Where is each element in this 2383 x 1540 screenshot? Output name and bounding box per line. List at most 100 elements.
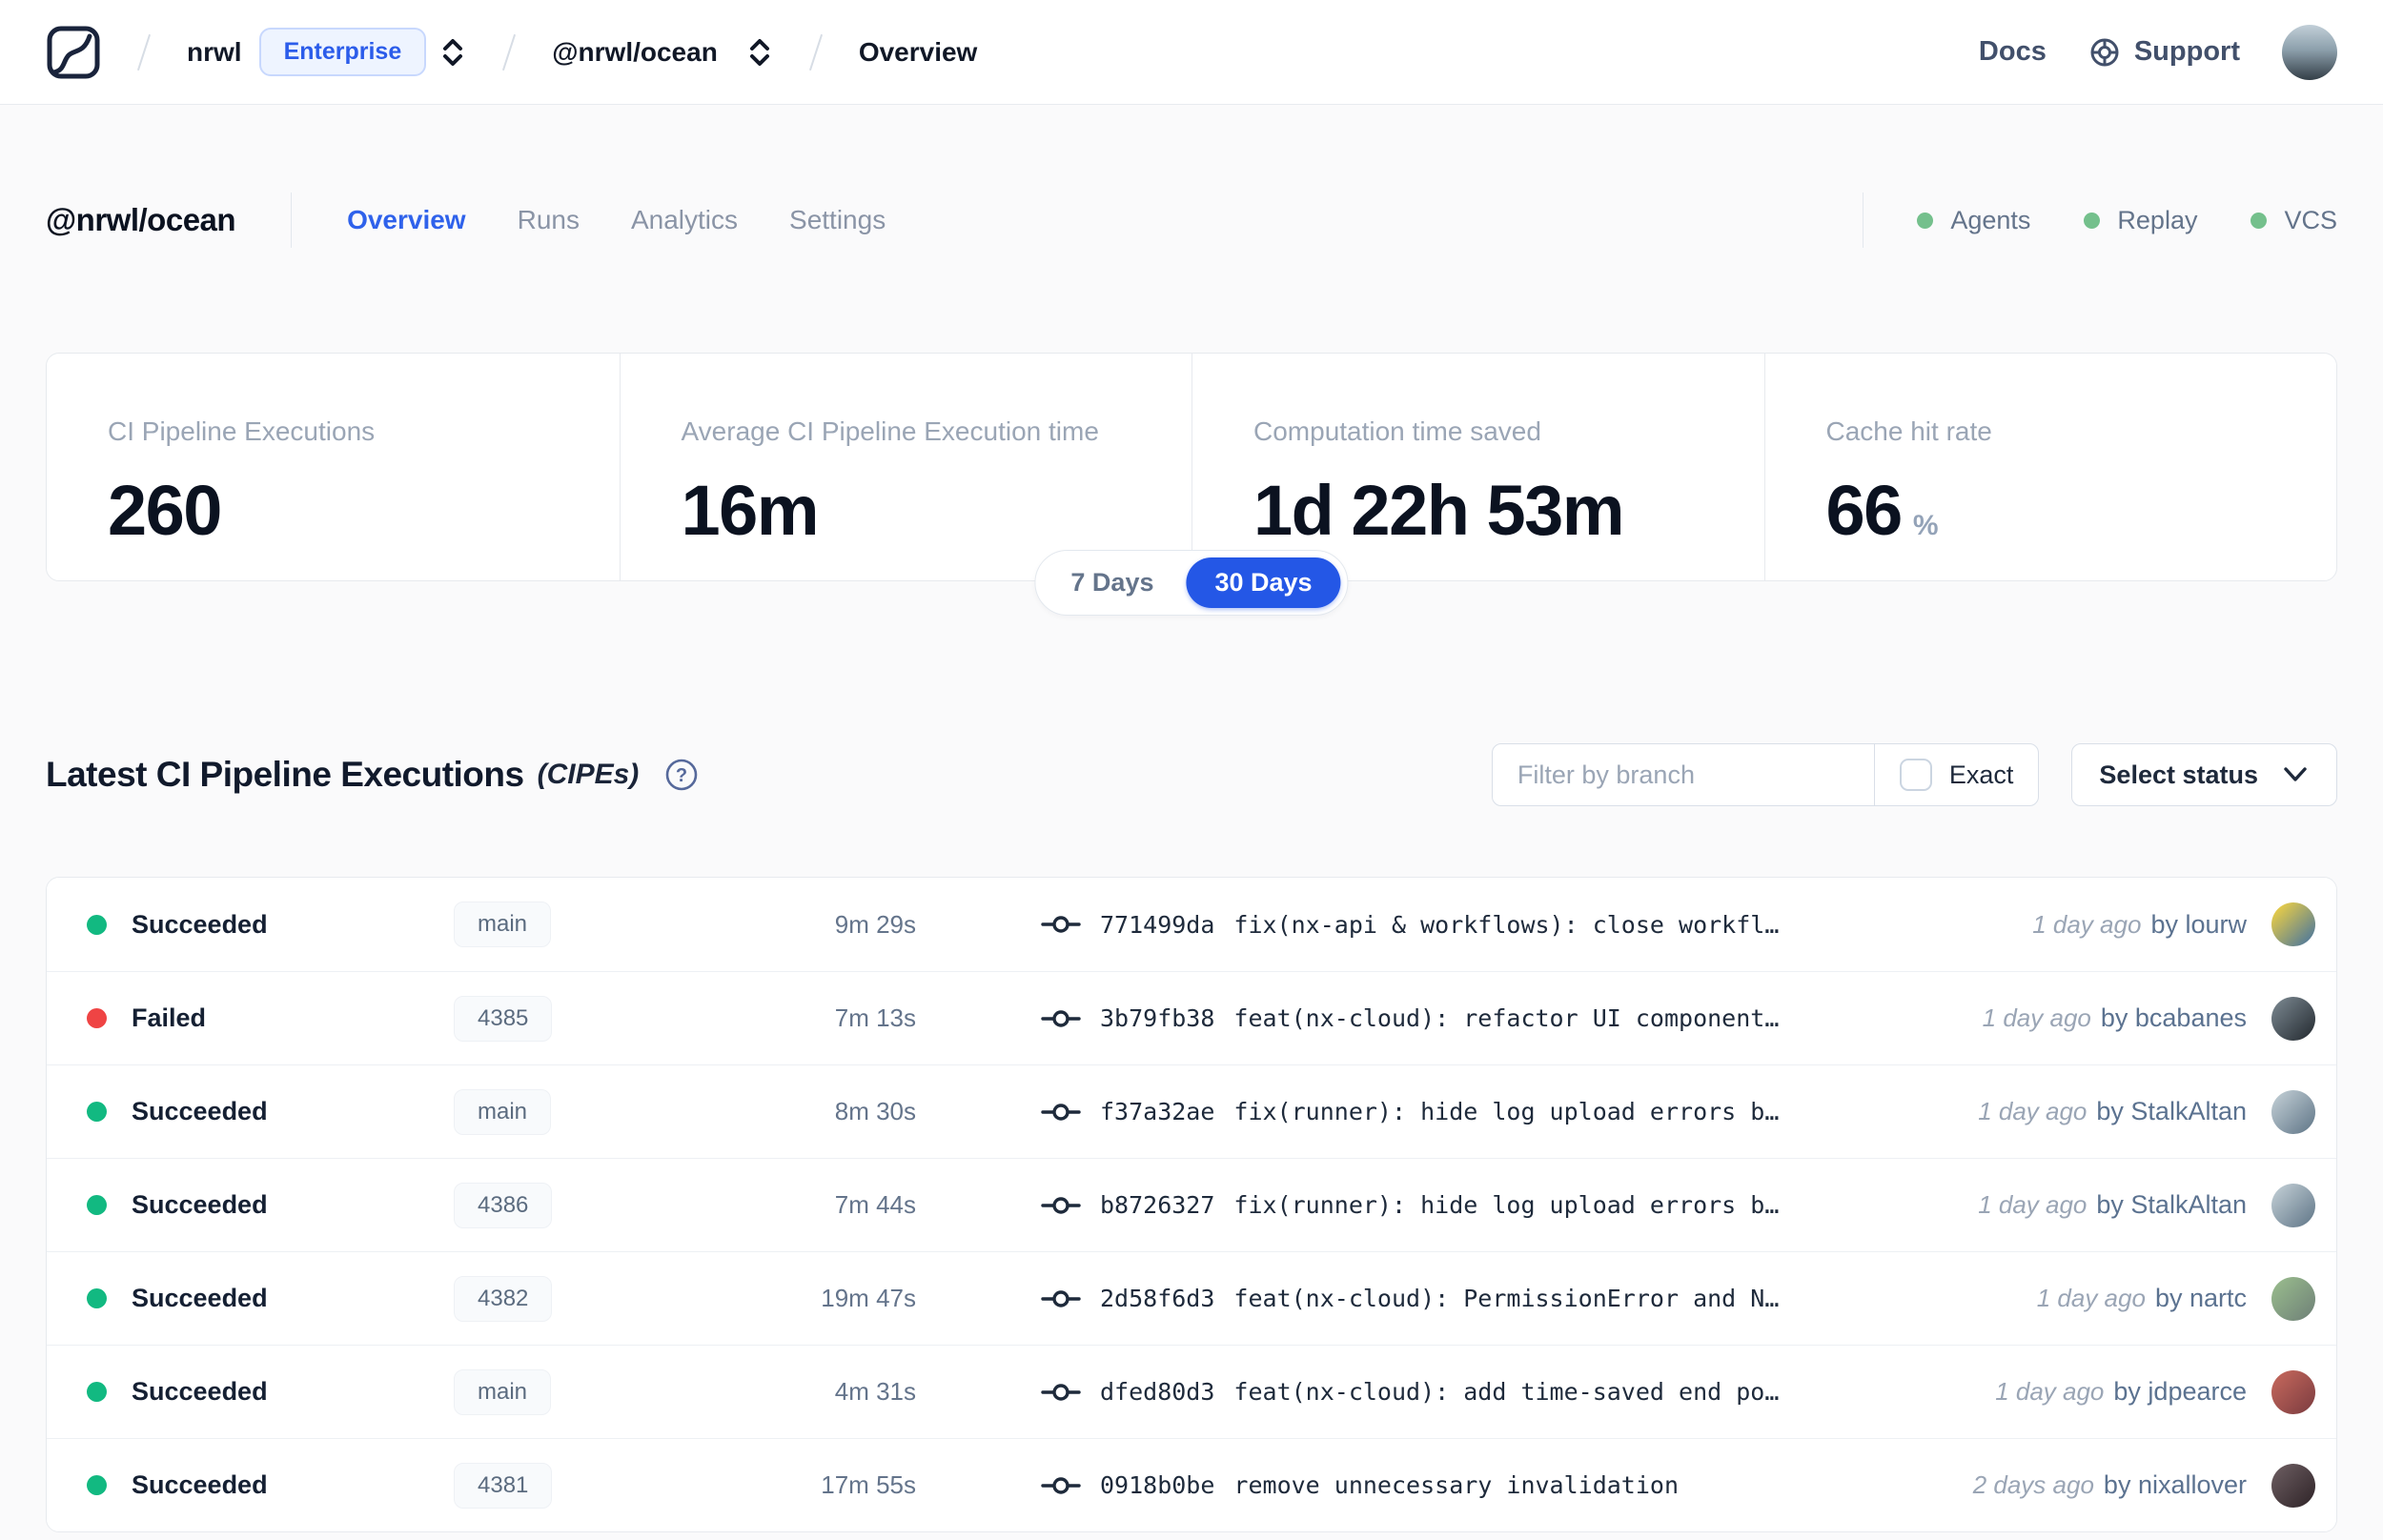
status-label: Succeeded — [132, 1284, 268, 1312]
commit-hash[interactable]: 2d58f6d3 — [1100, 1285, 1214, 1312]
breadcrumb-separator — [502, 33, 517, 71]
branch-badge[interactable]: 4386 — [454, 1182, 553, 1228]
breadcrumb-org[interactable]: nrwl — [187, 37, 242, 68]
status-label: Failed — [132, 1003, 207, 1032]
stat-label: Computation time saved — [1253, 416, 1541, 446]
service-status-agents[interactable]: Agents — [1917, 206, 2030, 235]
table-row[interactable]: Succeeded 4381 17m 55s 0918b0be remove u… — [47, 1438, 2336, 1531]
breadcrumb-separator — [808, 33, 823, 71]
author-avatar[interactable] — [2271, 1089, 2315, 1134]
stat-value: 260 — [108, 470, 559, 551]
tab-runs[interactable]: Runs — [518, 205, 580, 235]
status-label: Succeeded — [132, 1377, 268, 1406]
top-navigation-bar: nrwl Enterprise @nrwl/ocean Overview Doc… — [0, 0, 2383, 105]
service-status-vcs[interactable]: VCS — [2251, 206, 2337, 235]
project-selector-chevrons-icon[interactable] — [746, 36, 773, 69]
date-range-toggle: 7 Days 30 Days — [1034, 550, 1349, 616]
status-dot-icon — [87, 914, 107, 935]
branch-badge[interactable]: 4385 — [454, 995, 553, 1042]
table-row[interactable]: Succeeded 4386 7m 44s b8726327 fix(runne… — [47, 1158, 2336, 1251]
commit-message: remove unnecessary invalidation — [1233, 1471, 1680, 1499]
duration: 4m 31s — [834, 1377, 916, 1406]
cipe-table: Succeeded main 9m 29s 771499da fix(nx-ap… — [46, 877, 2337, 1532]
author-avatar[interactable] — [2271, 1276, 2315, 1321]
time-ago: 1 day ago — [1995, 1377, 2105, 1406]
commit-message: feat(nx-cloud): PermissionError and N… — [1233, 1285, 1780, 1312]
duration: 19m 47s — [821, 1284, 916, 1312]
help-icon[interactable]: ? — [663, 757, 700, 793]
branch-badge[interactable]: main — [454, 1088, 552, 1135]
author: by StalkAltan — [2096, 1097, 2247, 1125]
commit-hash[interactable]: dfed80d3 — [1100, 1378, 1214, 1406]
author: by nixallover — [2103, 1470, 2247, 1499]
exact-label: Exact — [1948, 760, 2014, 789]
stat-number: 260 — [108, 471, 222, 550]
breadcrumb-project[interactable]: @nrwl/ocean — [552, 37, 718, 68]
commit-message: fix(nx-api & workflows): close workfl… — [1233, 910, 1780, 939]
range-option-30-days[interactable]: 30 Days — [1186, 557, 1341, 608]
workspace-header: @nrwl/ocean Overview Runs Analytics Sett… — [0, 105, 2383, 248]
range-option-7-days[interactable]: 7 Days — [1042, 557, 1182, 608]
nx-logo[interactable] — [46, 25, 101, 80]
branch-badge[interactable]: main — [454, 902, 552, 947]
branch-filter-group: Exact — [1491, 743, 2040, 806]
table-row[interactable]: Succeeded main 9m 29s 771499da fix(nx-ap… — [47, 878, 2336, 971]
commit-hash[interactable]: 3b79fb38 — [1100, 1004, 1214, 1032]
service-status-replay[interactable]: Replay — [2084, 206, 2197, 235]
exact-checkbox[interactable] — [1899, 759, 1932, 791]
commit-hash[interactable]: 771499da — [1100, 911, 1214, 939]
author: by jdpearce — [2113, 1377, 2247, 1406]
branch-badge[interactable]: main — [454, 1368, 552, 1415]
stats-cards: CI Pipeline Executions 260 Average CI Pi… — [46, 353, 2337, 581]
table-row[interactable]: Succeeded main 4m 31s dfed80d3 feat(nx-c… — [47, 1345, 2336, 1438]
table-row[interactable]: Succeeded 4382 19m 47s 2d58f6d3 feat(nx-… — [47, 1251, 2336, 1345]
support-label: Support — [2133, 36, 2240, 67]
git-commit-icon — [1041, 1009, 1081, 1027]
commit-message: fix(runner): hide log upload errors b… — [1233, 1098, 1780, 1125]
workspace-title: @nrwl/ocean — [46, 202, 236, 237]
status-dot-icon — [87, 1102, 107, 1122]
table-row[interactable]: Succeeded main 8m 30s f37a32ae fix(runne… — [47, 1064, 2336, 1158]
status-label: Succeeded — [132, 1190, 268, 1219]
user-avatar[interactable] — [2282, 24, 2337, 80]
cipe-title-suffix: (CIPEs) — [537, 759, 640, 790]
commit-hash[interactable]: b8726327 — [1100, 1191, 1214, 1219]
branch-badge[interactable]: 4382 — [454, 1275, 553, 1322]
author-avatar[interactable] — [2271, 1183, 2315, 1227]
author-avatar[interactable] — [2271, 1369, 2315, 1414]
commit-hash[interactable]: f37a32ae — [1100, 1098, 1214, 1125]
author-avatar[interactable] — [2271, 1463, 2315, 1508]
stat-value: 16m — [682, 470, 1131, 551]
duration: 7m 44s — [834, 1190, 916, 1219]
support-link[interactable]: Support — [2088, 36, 2240, 69]
tab-overview[interactable]: Overview — [347, 205, 466, 235]
branch-filter-input[interactable] — [1492, 744, 1874, 805]
green-status-dot-icon — [1917, 212, 1934, 229]
status-label: Succeeded — [132, 909, 268, 939]
tab-settings[interactable]: Settings — [789, 205, 886, 235]
author-avatar[interactable] — [2271, 902, 2315, 946]
duration: 17m 55s — [821, 1470, 916, 1499]
status-label: Succeeded — [132, 1470, 268, 1499]
time-ago: 1 day ago — [1978, 1190, 2088, 1219]
author: by nartc — [2154, 1284, 2247, 1312]
branch-badge[interactable]: 4381 — [454, 1462, 553, 1509]
green-status-dot-icon — [2084, 212, 2101, 229]
tab-analytics[interactable]: Analytics — [631, 205, 738, 235]
git-commit-icon — [1041, 1103, 1081, 1121]
enterprise-badge[interactable]: Enterprise — [258, 28, 427, 76]
time-ago: 2 days ago — [1972, 1470, 2094, 1499]
table-row[interactable]: Failed 4385 7m 13s 3b79fb38 feat(nx-clou… — [47, 971, 2336, 1064]
docs-link[interactable]: Docs — [1979, 36, 2047, 68]
divider — [1863, 192, 1864, 248]
stat-label: Average CI Pipeline Execution time — [681, 416, 1099, 446]
stat-suffix: % — [1912, 510, 1939, 541]
commit-hash[interactable]: 0918b0be — [1100, 1471, 1214, 1499]
org-selector-chevrons-icon[interactable] — [439, 36, 466, 69]
commit-message: feat(nx-cloud): add time-saved end po… — [1233, 1378, 1780, 1406]
duration: 7m 13s — [834, 1003, 916, 1032]
select-status-dropdown[interactable]: Select status — [2071, 743, 2337, 806]
stat-card-cache-hit-rate: Cache hit rate 66% — [1763, 354, 2337, 580]
author-avatar[interactable] — [2271, 996, 2315, 1041]
status-dot-icon — [87, 1382, 107, 1402]
